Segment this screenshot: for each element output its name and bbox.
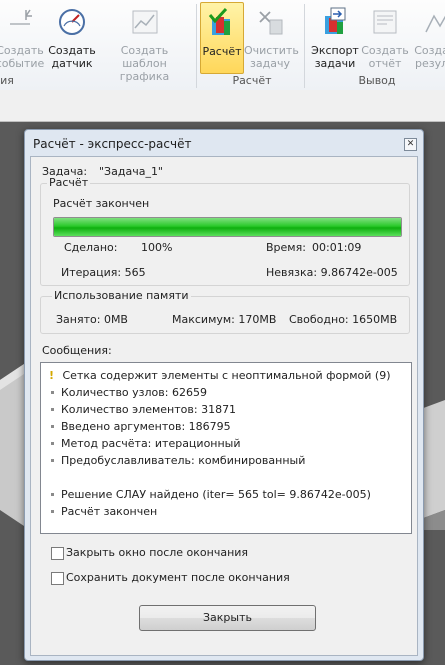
bullet-icon bbox=[51, 390, 54, 394]
gauge-icon bbox=[59, 9, 85, 35]
bullet-icon bbox=[51, 509, 54, 513]
chart-icon bbox=[132, 10, 157, 34]
bullet-icon bbox=[51, 407, 54, 411]
create-event-label: Создать событие bbox=[0, 44, 45, 70]
create-report-button[interactable]: Создать отчёт bbox=[361, 0, 409, 74]
export-task-button[interactable]: Экспорт задачи bbox=[309, 0, 361, 74]
create-result-button[interactable]: Создать результ bbox=[410, 0, 445, 74]
calculation-label: Расчёт bbox=[202, 45, 242, 58]
memory-max: Максимум: 170MB bbox=[172, 313, 277, 326]
create-report-label: Создать отчёт bbox=[361, 44, 409, 70]
list-item: Количество элементов: 31871 bbox=[49, 403, 236, 418]
clear-task-label: Очистить задачу bbox=[244, 44, 299, 70]
task-value: "Задача_1" bbox=[99, 165, 163, 178]
message-text: Введено аргументов: 186795 bbox=[61, 420, 231, 433]
create-chart-template-button[interactable]: Создать шаблон графика bbox=[97, 0, 192, 83]
message-text: Расчёт закончен bbox=[61, 505, 158, 518]
ribbon-separator bbox=[304, 4, 305, 88]
group-label-output: Вывод bbox=[358, 74, 396, 87]
message-text: Сетка содержит элементы с неоптимальной … bbox=[62, 369, 391, 382]
calc-group-title: Расчёт bbox=[47, 176, 91, 189]
clear-task-button[interactable]: Очистить задачу bbox=[244, 0, 299, 74]
ribbon-lower-bar bbox=[0, 90, 445, 122]
list-item: Решение СЛАУ найдено (iter= 565 tol= 9.8… bbox=[49, 488, 371, 503]
memory-group-title: Использование памяти bbox=[52, 289, 191, 302]
save-after-finish-checkbox[interactable] bbox=[51, 572, 64, 585]
memory-used: Занято: 0MB bbox=[56, 313, 128, 326]
time-value: 00:01:09 bbox=[312, 241, 362, 254]
memory-free: Свободно: 1650MB bbox=[289, 313, 398, 326]
done-value: 100% bbox=[141, 241, 173, 254]
list-item: Метод расчёта: итерационный bbox=[49, 437, 241, 452]
message-text: Количество элементов: 31871 bbox=[61, 403, 237, 416]
time-label: Время: bbox=[266, 241, 306, 254]
save-after-finish-label[interactable]: Сохранить документ после окончания bbox=[66, 571, 290, 584]
residual-text: Невязка: 9.86742e-005 bbox=[266, 266, 398, 279]
warning-icon: ! bbox=[49, 369, 55, 382]
calc-status: Расчёт закончен bbox=[53, 197, 150, 210]
close-after-finish-label[interactable]: Закрыть окно после окончания bbox=[66, 546, 248, 559]
message-warning: ! Сетка содержит элементы с неоптимально… bbox=[49, 369, 391, 384]
export-task-label: Экспорт задачи bbox=[311, 44, 359, 70]
create-result-label: Создать результ bbox=[414, 44, 445, 70]
bullet-icon bbox=[51, 441, 54, 445]
export-icon bbox=[325, 7, 346, 34]
bullet-icon bbox=[51, 424, 54, 428]
list-item: Количество узлов: 62659 bbox=[49, 386, 207, 401]
message-text: Предобуславливатель: комбинированный bbox=[61, 454, 306, 467]
report-icon bbox=[373, 10, 397, 34]
ribbon: Создать событие Создать датчик Создать ш… bbox=[0, 0, 445, 91]
list-item: Расчёт закончен bbox=[49, 505, 157, 520]
bullet-icon bbox=[51, 492, 54, 496]
create-sensor-label: Создать датчик bbox=[48, 44, 96, 70]
close-after-finish-checkbox[interactable] bbox=[51, 547, 64, 560]
list-item: Введено аргументов: 186795 bbox=[49, 420, 231, 435]
group-label-calc: Расчёт bbox=[232, 74, 272, 87]
messages-list[interactable]: ! Сетка содержит элементы с неоптимально… bbox=[40, 362, 412, 534]
create-event-button[interactable]: Создать событие bbox=[0, 0, 48, 74]
calculation-icon bbox=[208, 7, 230, 35]
message-text: Метод расчёта: итерационный bbox=[61, 437, 241, 450]
progress-bar bbox=[53, 217, 402, 237]
close-button[interactable]: Закрыть bbox=[139, 605, 316, 631]
done-label: Сделано: bbox=[64, 241, 118, 254]
result-icon bbox=[425, 14, 445, 33]
message-text: Решение СЛАУ найдено (iter= 565 tol= 9.8… bbox=[61, 488, 371, 501]
ribbon-separator bbox=[196, 4, 197, 88]
close-icon[interactable]: ✕ bbox=[404, 138, 417, 151]
clear-icon bbox=[259, 11, 283, 35]
bullet-icon bbox=[51, 458, 54, 462]
iteration-text: Итерация: 565 bbox=[61, 266, 146, 279]
create-chart-template-label: Создать шаблон графика bbox=[119, 44, 170, 83]
dialog-title: Расчёт - экспресс-расчёт bbox=[33, 137, 192, 151]
list-item: Предобуславливатель: комбинированный bbox=[49, 454, 305, 469]
create-sensor-button[interactable]: Создать датчик bbox=[48, 0, 96, 74]
messages-label: Сообщения: bbox=[42, 344, 112, 357]
calculation-button[interactable]: Расчёт bbox=[200, 2, 244, 74]
progress-fill bbox=[54, 218, 401, 236]
message-text: Количество узлов: 62659 bbox=[61, 386, 207, 399]
event-icon bbox=[10, 9, 32, 25]
group-label-left: ия bbox=[0, 74, 14, 87]
